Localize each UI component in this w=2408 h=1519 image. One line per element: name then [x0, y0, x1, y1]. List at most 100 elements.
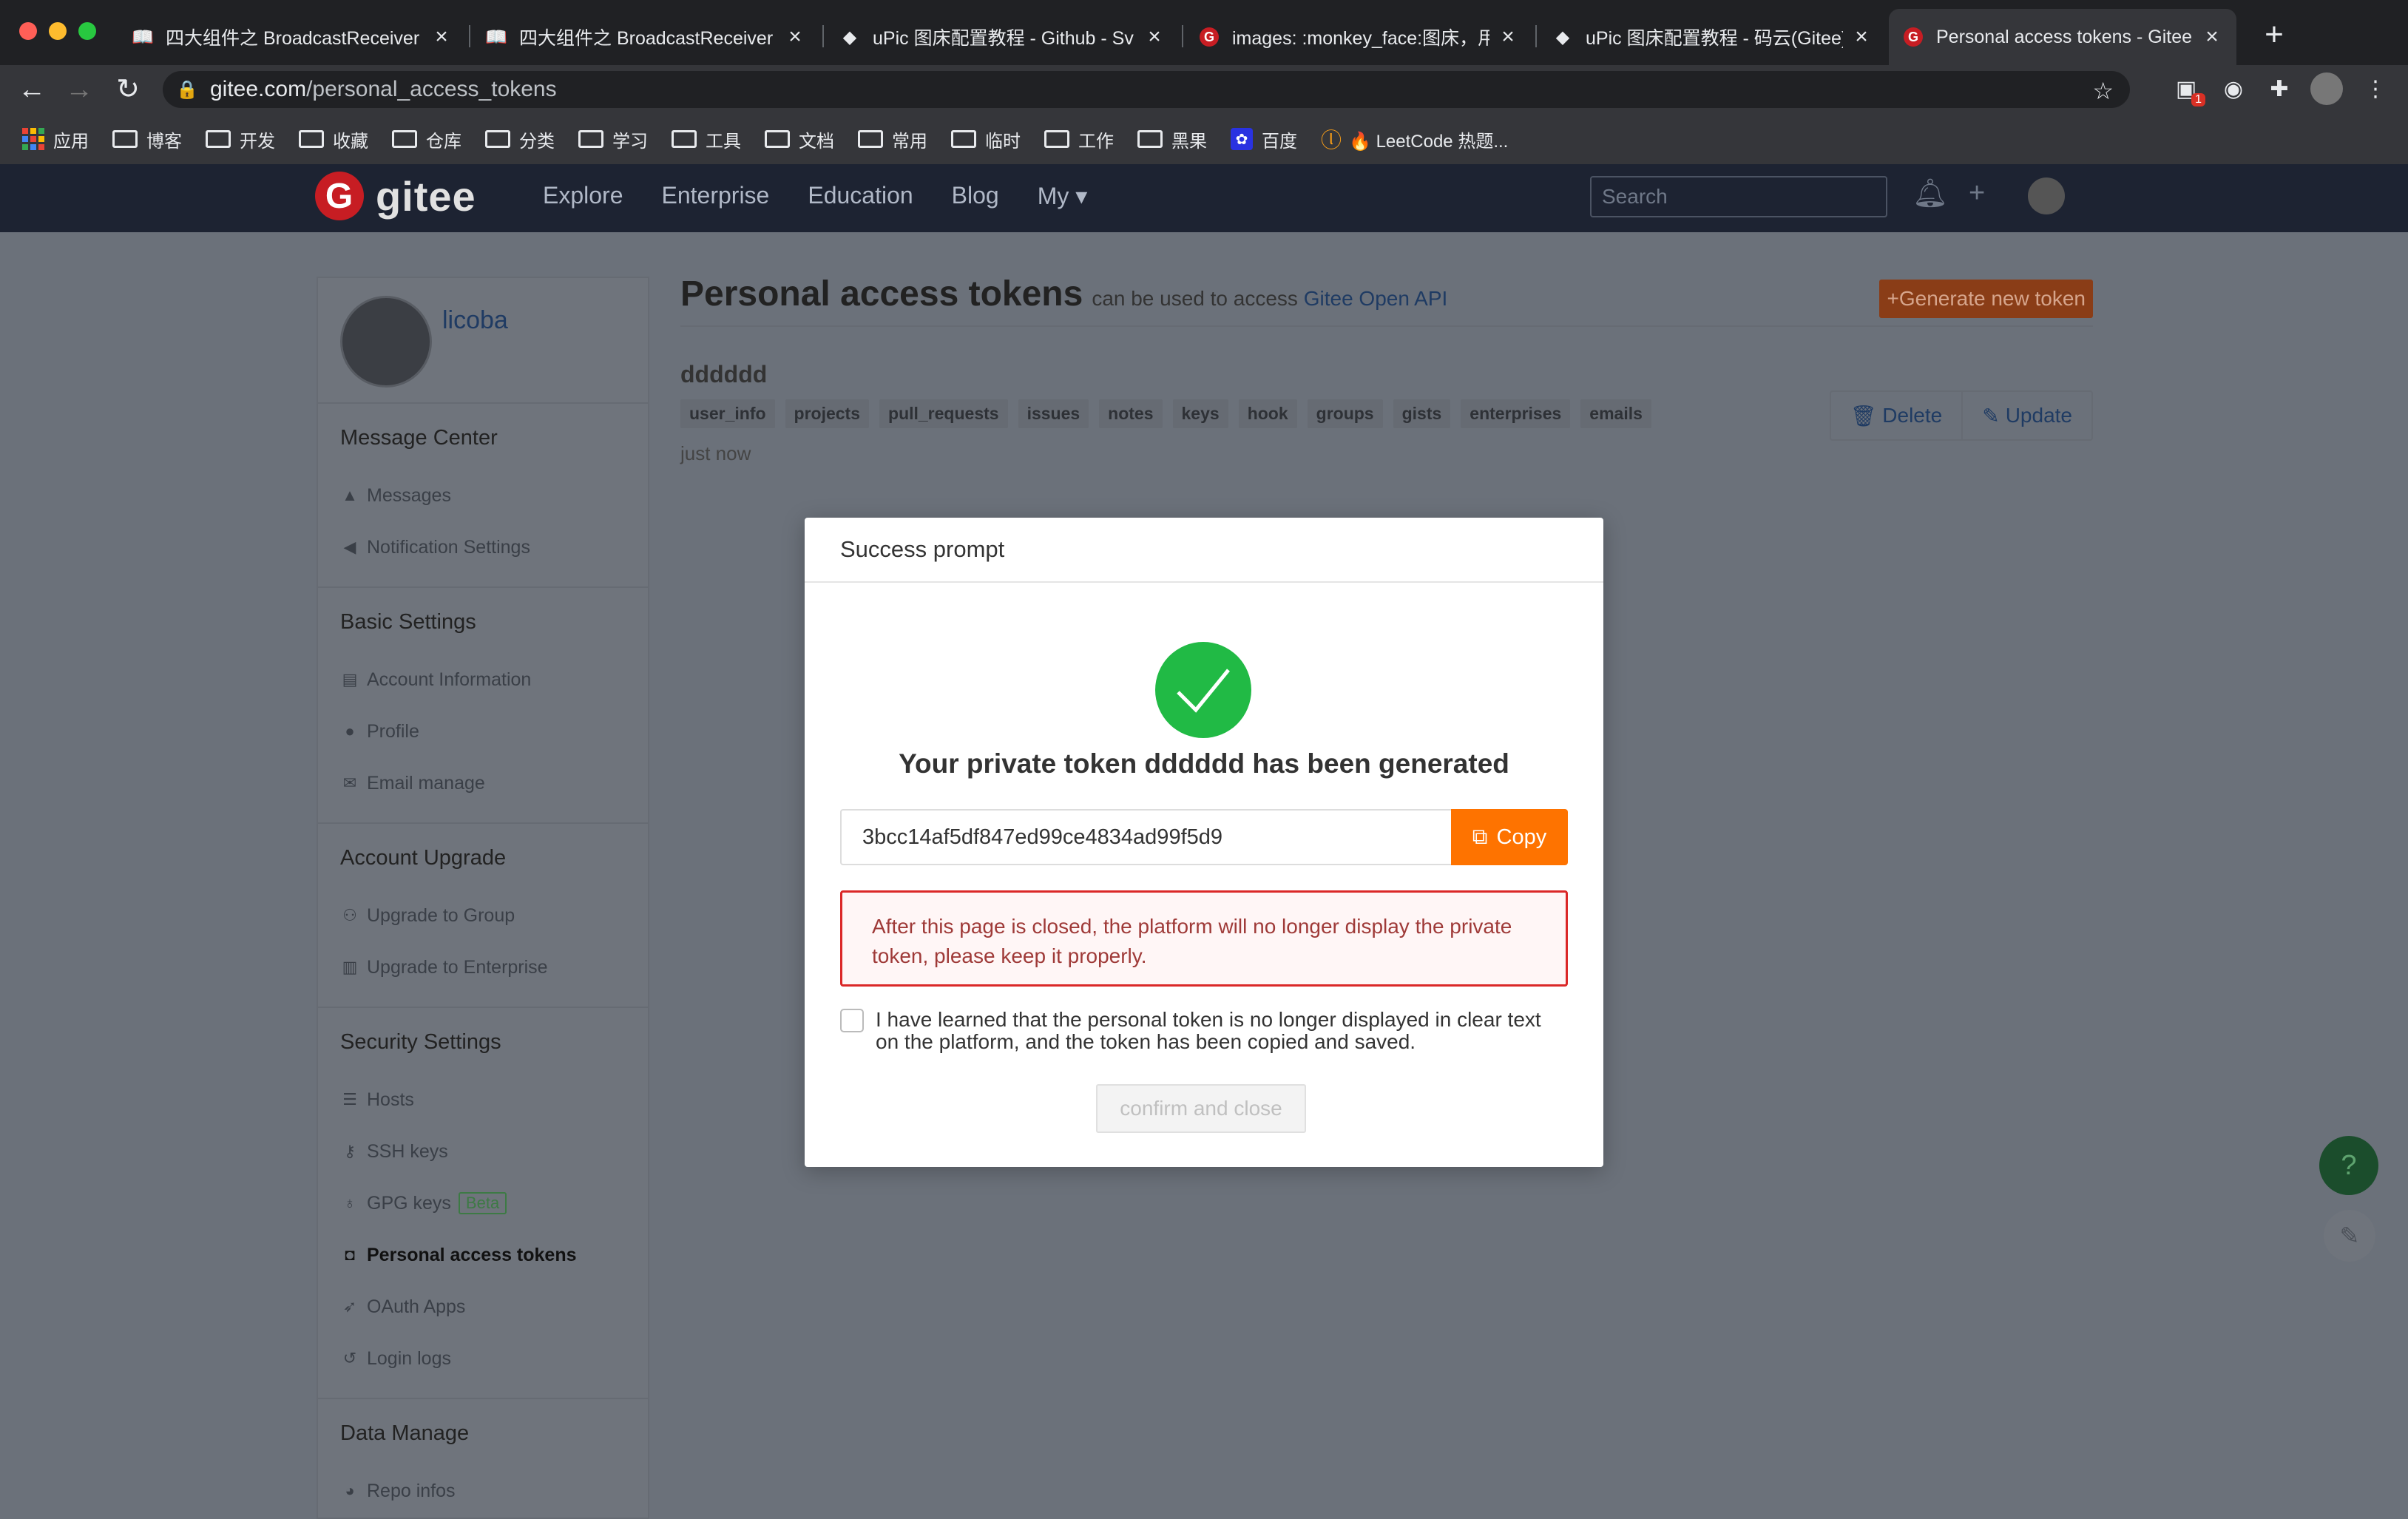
bell-icon[interactable]: 🔔︎: [1912, 177, 1948, 210]
sidebar-item-repo-infos[interactable]: ◕ Repo infos: [340, 1465, 648, 1517]
sidebar-item-oauth-apps[interactable]: ➶ OAuth Apps: [340, 1281, 648, 1333]
close-tab-icon[interactable]: ×: [1143, 24, 1166, 50]
list-icon: ☰: [342, 1090, 357, 1109]
bookmark-folder[interactable]: 学习: [578, 126, 648, 152]
scope-badge: notes: [1099, 399, 1163, 428]
sidebar-item-upgrade-to-enterprise[interactable]: ▥ Upgrade to Enterprise: [340, 941, 648, 993]
bookmark-folder[interactable]: 常用: [858, 126, 927, 152]
bookmark-apps[interactable]: 应用: [22, 126, 89, 152]
bookmark-folder[interactable]: 博客: [112, 126, 182, 152]
bookmark-folder[interactable]: 黑果: [1137, 126, 1207, 152]
extension-icon[interactable]: ▣ 1: [2170, 72, 2205, 106]
close-tab-icon[interactable]: ×: [430, 24, 453, 50]
gitee-logo[interactable]: Ggitee: [315, 172, 476, 220]
sidebar-item-login-logs[interactable]: ↺ Login logs: [340, 1333, 648, 1384]
folder-icon: [485, 130, 510, 148]
user-avatar[interactable]: [340, 296, 432, 388]
nav-enterprise[interactable]: Enterprise: [662, 182, 770, 210]
bookmark-leetcode[interactable]: ⓛ 🔥 LeetCode 热题...: [1321, 124, 1508, 154]
search-input[interactable]: Search: [1590, 176, 1887, 217]
bookmark-folder[interactable]: 分类: [485, 126, 555, 152]
bookmark-folder[interactable]: 工作: [1044, 126, 1114, 152]
bookmark-folder[interactable]: 开发: [206, 126, 275, 152]
close-tab-icon[interactable]: ×: [1850, 24, 1873, 50]
close-tab-icon[interactable]: ×: [1497, 24, 1519, 50]
menu-dots-icon[interactable]: ⋮: [2359, 72, 2392, 105]
sidebar-item-profile[interactable]: ● Profile: [340, 706, 648, 757]
bookmark-folder[interactable]: 文档: [765, 126, 834, 152]
sidebar-group-title: Security Settings: [340, 1030, 501, 1054]
scope-badge: pull_requests: [879, 399, 1008, 428]
bookmark-folder[interactable]: 工具: [672, 126, 741, 152]
reload-icon[interactable]: ↻: [109, 71, 146, 108]
bookmark-folder[interactable]: 收藏: [299, 126, 368, 152]
plus-icon[interactable]: +: [1969, 177, 1985, 209]
sidebar-item-personal-access-tokens[interactable]: ◘ Personal access tokens: [340, 1229, 648, 1281]
token-row: 3bcc14af5df847ed99ce4834ad99f5d9 ⧉ Copy: [840, 809, 1568, 865]
feedback-button[interactable]: ✎: [2324, 1210, 2375, 1262]
agree-row: I have learned that the personal token i…: [840, 1009, 1568, 1053]
maximize-window-button[interactable]: [78, 22, 96, 40]
avatar[interactable]: [2028, 177, 2065, 214]
edit-icon: ✎: [1982, 404, 2000, 427]
bookmark-star-icon[interactable]: ☆: [2092, 77, 2114, 105]
sidebar-item-messages[interactable]: ▲ Messages: [340, 470, 648, 521]
beta-badge: Beta: [458, 1192, 507, 1214]
browser-tab[interactable]: 📖 四大组件之 BroadcastReceiver ×: [118, 9, 466, 65]
sidebar-item-ssh-keys[interactable]: ⚷ SSH keys: [340, 1126, 648, 1177]
browser-tab[interactable]: ◆ uPic 图床配置教程 - Github - Sv ×: [825, 9, 1179, 65]
delete-button[interactable]: 🗑︎ Delete: [1831, 392, 1961, 439]
leetcode-icon: ⓛ: [1321, 129, 1342, 152]
browser-tab-active[interactable]: G Personal access tokens - Gitee ×: [1889, 9, 2236, 65]
bookmark-baidu[interactable]: ✿ 百度: [1231, 126, 1297, 152]
sidebar-group-title: Message Center: [340, 426, 498, 450]
scope-badge: issues: [1018, 399, 1089, 428]
nav-education[interactable]: Education: [808, 182, 913, 210]
nav-explore[interactable]: Explore: [543, 182, 623, 210]
generate-token-button[interactable]: +Generate new token: [1879, 280, 2093, 318]
close-window-button[interactable]: [19, 22, 37, 40]
confirm-close-button[interactable]: confirm and close: [1096, 1084, 1306, 1133]
bookmark-folder[interactable]: 临时: [951, 126, 1021, 152]
profile-avatar[interactable]: [2310, 72, 2343, 105]
url-domain: gitee.com: [210, 77, 307, 101]
help-button[interactable]: ?: [2319, 1136, 2378, 1195]
building-icon: ▥: [342, 958, 358, 976]
scope-badge: keys: [1172, 399, 1228, 428]
tab-separator: [1182, 25, 1183, 47]
agree-checkbox[interactable]: [840, 1009, 864, 1032]
update-button[interactable]: ✎ Update: [1961, 392, 2091, 439]
bookmark-folder[interactable]: 仓库: [392, 126, 461, 152]
browser-tab[interactable]: 📖 四大组件之 BroadcastReceiver ×: [472, 9, 819, 65]
scope-badge: groups: [1307, 399, 1383, 428]
sidebar-item-upgrade-to-group[interactable]: ⚇ Upgrade to Group: [340, 890, 648, 941]
github-icon: ◆: [1555, 27, 1570, 47]
back-icon[interactable]: ←: [13, 71, 50, 108]
puzzle-icon[interactable]: ✚: [2263, 72, 2296, 105]
forward-icon[interactable]: →: [61, 71, 98, 108]
close-tab-icon[interactable]: ×: [2201, 24, 2223, 50]
sidebar-item-gpg-keys[interactable]: ♁ GPG keys Beta: [340, 1177, 648, 1229]
sidebar-item-notification-settings[interactable]: ◀ Notification Settings: [340, 521, 648, 573]
open-api-link[interactable]: Gitee Open API: [1304, 287, 1448, 310]
sidebar-item-hosts[interactable]: ☰ Hosts: [340, 1074, 648, 1126]
browser-tab[interactable]: ◆ uPic 图床配置教程 - 码云(Gitee) ×: [1538, 9, 1886, 65]
new-tab-button[interactable]: +: [2256, 16, 2293, 53]
nav-my[interactable]: My ▾: [1038, 182, 1088, 210]
nav-blog[interactable]: Blog: [952, 182, 999, 210]
camera-icon[interactable]: ◉: [2217, 72, 2250, 105]
browser-tab[interactable]: G images: :monkey_face:图床，用 ×: [1185, 9, 1532, 65]
token-value-field[interactable]: 3bcc14af5df847ed99ce4834ad99f5d9: [840, 809, 1451, 865]
close-tab-icon[interactable]: ×: [784, 24, 806, 50]
copy-button[interactable]: ⧉ Copy: [1451, 809, 1568, 865]
username-link[interactable]: licoba: [442, 306, 508, 335]
folder-icon: [206, 130, 231, 148]
main-content: Personal access tokens can be used to ac…: [680, 274, 2093, 464]
sidebar-item-account-information[interactable]: ▤ Account Information: [340, 654, 648, 706]
minimize-window-button[interactable]: [49, 22, 67, 40]
github-icon: ◆: [842, 27, 857, 47]
sidebar-item-email-manage[interactable]: ✉ Email manage: [340, 757, 648, 809]
address-bar[interactable]: 🔒 gitee.com/personal_access_tokens ☆: [163, 71, 2130, 108]
agree-label[interactable]: I have learned that the personal token i…: [876, 1009, 1568, 1053]
folder-icon: [1137, 130, 1163, 148]
